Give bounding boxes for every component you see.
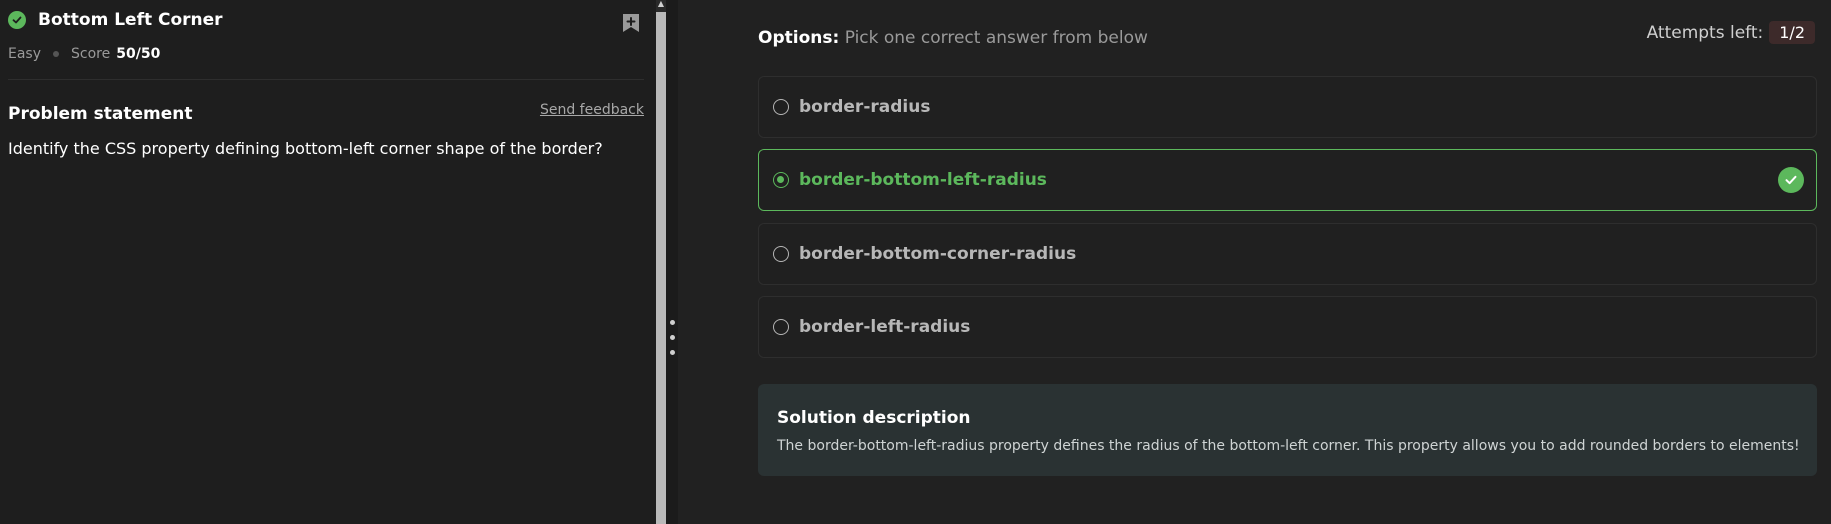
score-value: 50/50 (116, 46, 161, 62)
divider (8, 79, 644, 80)
problem-panel: Bottom Left Corner Easy Score 50/50 Prob… (0, 0, 656, 524)
score-label: Score (71, 46, 111, 62)
radio-button[interactable] (773, 99, 789, 115)
problem-title-row: Bottom Left Corner (8, 10, 223, 30)
drag-handle-dot[interactable] (670, 350, 675, 355)
correct-check-icon (1778, 167, 1804, 193)
solution-text: The border-bottom-left-radius property d… (777, 438, 1800, 454)
answer-option[interactable]: border-radius (758, 76, 1817, 138)
options-panel: Options: Pick one correct answer from be… (678, 0, 1831, 524)
bookmark-add-icon[interactable] (621, 12, 641, 34)
answer-option-selected[interactable]: border-bottom-left-radius (758, 149, 1817, 211)
radio-button-selected[interactable] (773, 172, 789, 188)
answer-option[interactable]: border-left-radius (758, 296, 1817, 358)
radio-button[interactable] (773, 319, 789, 335)
solution-box: Solution description The border-bottom-l… (758, 384, 1817, 476)
scrollbar-thumb[interactable] (656, 12, 666, 524)
scroll-up-arrow-icon[interactable]: ▲ (657, 0, 665, 8)
app-root: Bottom Left Corner Easy Score 50/50 Prob… (0, 0, 1831, 524)
answer-option-label: border-radius (799, 97, 931, 117)
radio-button[interactable] (773, 246, 789, 262)
drag-handle-dot[interactable] (670, 320, 675, 325)
solution-title: Solution description (777, 408, 971, 428)
send-feedback-link[interactable]: Send feedback (540, 102, 644, 118)
attempts-badge: 1/2 (1769, 21, 1815, 44)
drag-handle-dot[interactable] (670, 335, 675, 340)
answer-option-label: border-bottom-corner-radius (799, 244, 1077, 264)
problem-statement-text: Identify the CSS property defining botto… (8, 139, 603, 158)
problem-meta: Easy Score 50/50 (8, 46, 160, 62)
check-circle-icon (8, 11, 26, 29)
options-label: Options: (758, 28, 840, 48)
answer-option-label: border-left-radius (799, 317, 971, 337)
attempts-label: Attempts left: (1646, 22, 1764, 43)
options-header: Options: Pick one correct answer from be… (758, 28, 1148, 48)
separator-dot (53, 51, 60, 57)
answer-option[interactable]: border-bottom-corner-radius (758, 223, 1817, 285)
problem-title: Bottom Left Corner (38, 10, 223, 30)
problem-statement-heading: Problem statement (8, 104, 193, 124)
resize-gutter[interactable] (666, 0, 678, 524)
attempts-indicator: Attempts left: 1/2 (1647, 21, 1815, 44)
options-instruction: Pick one correct answer from below (844, 28, 1148, 48)
difficulty-label: Easy (8, 46, 42, 62)
answer-option-label: border-bottom-left-radius (799, 170, 1047, 190)
